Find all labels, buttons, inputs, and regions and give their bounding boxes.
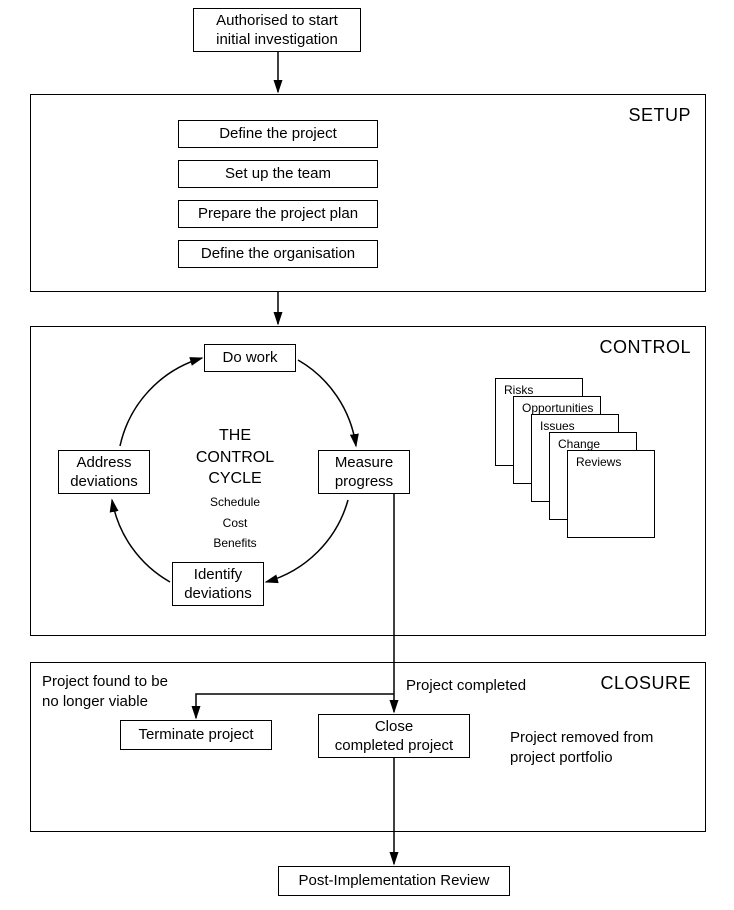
setup-item-1: Define the project [178, 120, 378, 148]
cycle-do-work: Do work [204, 344, 296, 372]
end-box: Post-Implementation Review [278, 866, 510, 896]
control-cycle-sub-1: Schedule [170, 494, 300, 511]
diagram-canvas: Authorised to start initial investigatio… [0, 0, 734, 910]
phase-closure-label: CLOSURE [600, 673, 691, 694]
doc-reviews: Reviews [567, 450, 655, 538]
doc-opportunities-label: Opportunities [522, 401, 593, 415]
phase-control-label: CONTROL [599, 337, 691, 358]
closure-close-box: Close completed project [318, 714, 470, 758]
phase-setup-label: SETUP [628, 105, 691, 126]
closure-completed-label: Project completed [406, 676, 526, 696]
doc-issues-label: Issues [540, 419, 575, 433]
setup-item-3: Prepare the project plan [178, 200, 378, 228]
cycle-measure: Measure progress [318, 450, 410, 494]
control-cycle-sub-2: Cost [170, 515, 300, 532]
closure-terminate-box: Terminate project [120, 720, 272, 750]
control-cycle-title: THE CONTROL CYCLE [196, 427, 274, 487]
setup-item-4: Define the organisation [178, 240, 378, 268]
doc-change-label: Change [558, 437, 600, 451]
closure-removed-label: Project removed from project portfolio [510, 728, 653, 767]
start-box: Authorised to start initial investigatio… [193, 8, 361, 52]
doc-risks-label: Risks [504, 383, 533, 397]
control-cycle-sub-3: Benefits [170, 535, 300, 552]
closure-not-viable-label: Project found to be no longer viable [42, 672, 168, 711]
setup-item-2: Set up the team [178, 160, 378, 188]
cycle-identify: Identify deviations [172, 562, 264, 606]
doc-reviews-label: Reviews [576, 455, 621, 469]
control-cycle-title-block: THE CONTROL CYCLE Schedule Cost Benefits [170, 425, 300, 552]
cycle-address: Address deviations [58, 450, 150, 494]
